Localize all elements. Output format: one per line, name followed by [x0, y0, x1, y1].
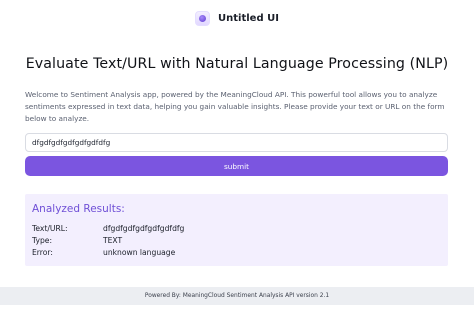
result-value: TEXT [103, 236, 123, 245]
brand-logo-dot [199, 15, 207, 22]
brand-logo-icon [195, 11, 211, 26]
result-label: Text/URL: [32, 224, 68, 233]
result-label: Type: [32, 236, 52, 245]
brand-header: Untitled UI [0, 11, 474, 26]
result-row-type: Type: TEXT [32, 236, 122, 245]
result-value: unknown language [103, 248, 176, 257]
brand-name: Untitled UI [218, 13, 279, 24]
page: Untitled UI Evaluate Text/URL with Natur… [0, 0, 474, 322]
results-panel: Analyzed Results: Text/URL: dfgdfgdfgdfgd… [25, 194, 448, 266]
result-value: dfgdfgdfgdfgdfgdfdfg [103, 224, 185, 233]
result-row-text-url: Text/URL: dfgdfgdfgdfgdfgdfdfg [32, 224, 184, 233]
text-url-input[interactable] [25, 133, 448, 152]
result-row-error: Error: unknown language [32, 248, 175, 257]
page-title: Evaluate Text/URL with Natural Language … [25, 56, 449, 72]
result-label: Error: [32, 248, 53, 257]
footer-text: Powered By: MeaningCloud Sentiment Analy… [144, 293, 330, 299]
results-title: Analyzed Results: [32, 203, 125, 215]
intro-text: Welcome to Sentiment Analysis app, power… [25, 90, 445, 123]
submit-button[interactable]: submit [25, 156, 448, 176]
footer: Powered By: MeaningCloud Sentiment Analy… [0, 287, 474, 305]
